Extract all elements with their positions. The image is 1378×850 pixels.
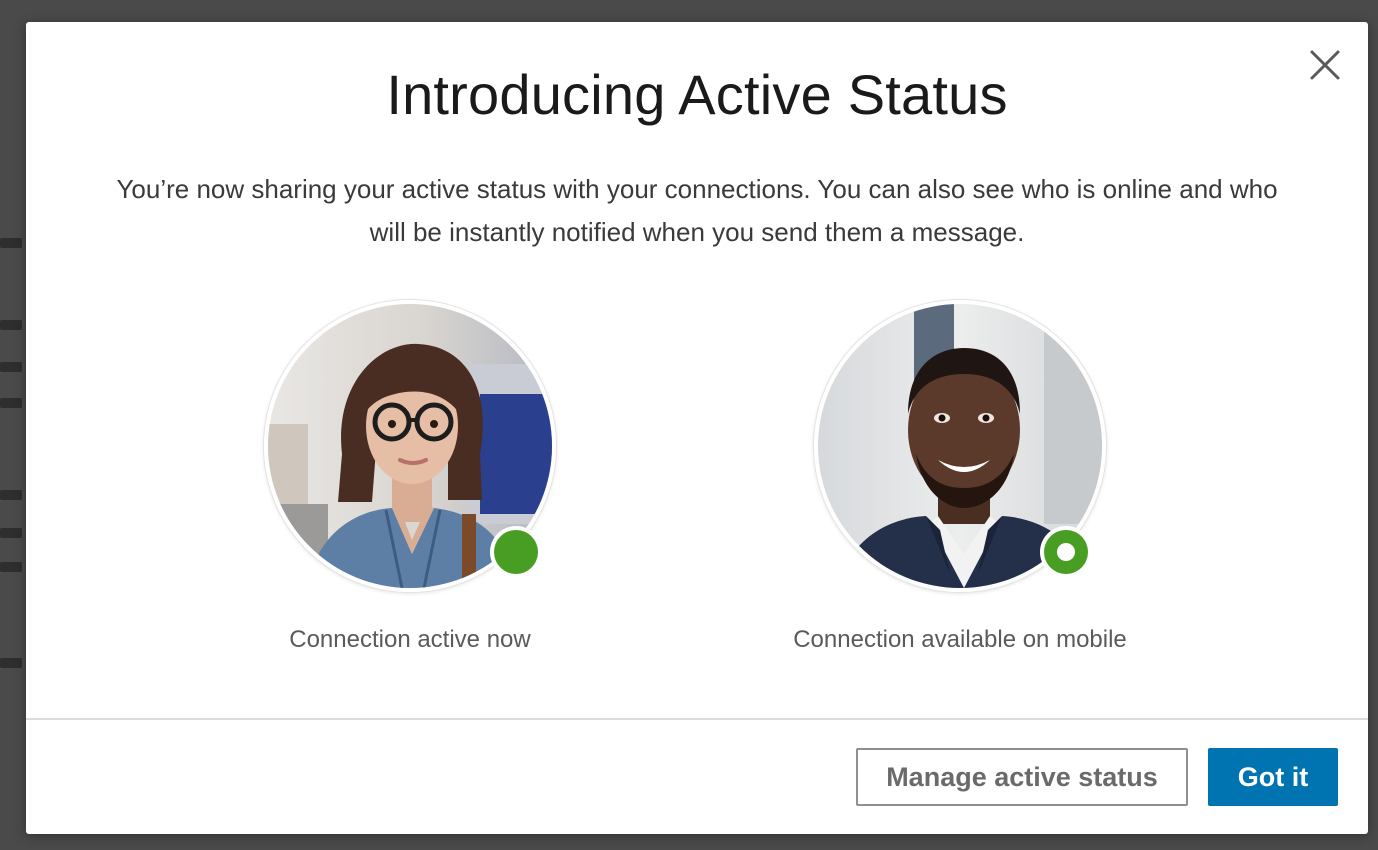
background-fragment — [0, 362, 22, 372]
active-status-modal: Introducing Active Status You’re now sha… — [26, 22, 1368, 834]
background-fragment — [0, 320, 22, 330]
background-fragment — [0, 398, 22, 408]
manage-active-status-button[interactable]: Manage active status — [856, 748, 1188, 806]
background-fragment — [0, 528, 22, 538]
modal-title: Introducing Active Status — [386, 63, 1008, 126]
footer-divider — [26, 718, 1368, 720]
persona-available-mobile: Connection available on mobile — [700, 300, 1220, 654]
avatar-container — [264, 300, 556, 592]
avatar-container — [814, 300, 1106, 592]
background-fragment — [0, 658, 22, 668]
persona-caption: Connection available on mobile — [793, 626, 1127, 653]
persona-caption: Connection active now — [289, 626, 531, 653]
active-status-indicator — [490, 526, 542, 578]
background-fragment — [0, 238, 22, 248]
modal-description: You’re now sharing your active status wi… — [116, 174, 1278, 247]
background-fragment — [0, 490, 22, 500]
got-it-button[interactable]: Got it — [1208, 748, 1338, 806]
background-fragment — [0, 562, 22, 572]
persona-active-now: Connection active now — [150, 300, 670, 654]
mobile-status-indicator — [1040, 526, 1092, 578]
